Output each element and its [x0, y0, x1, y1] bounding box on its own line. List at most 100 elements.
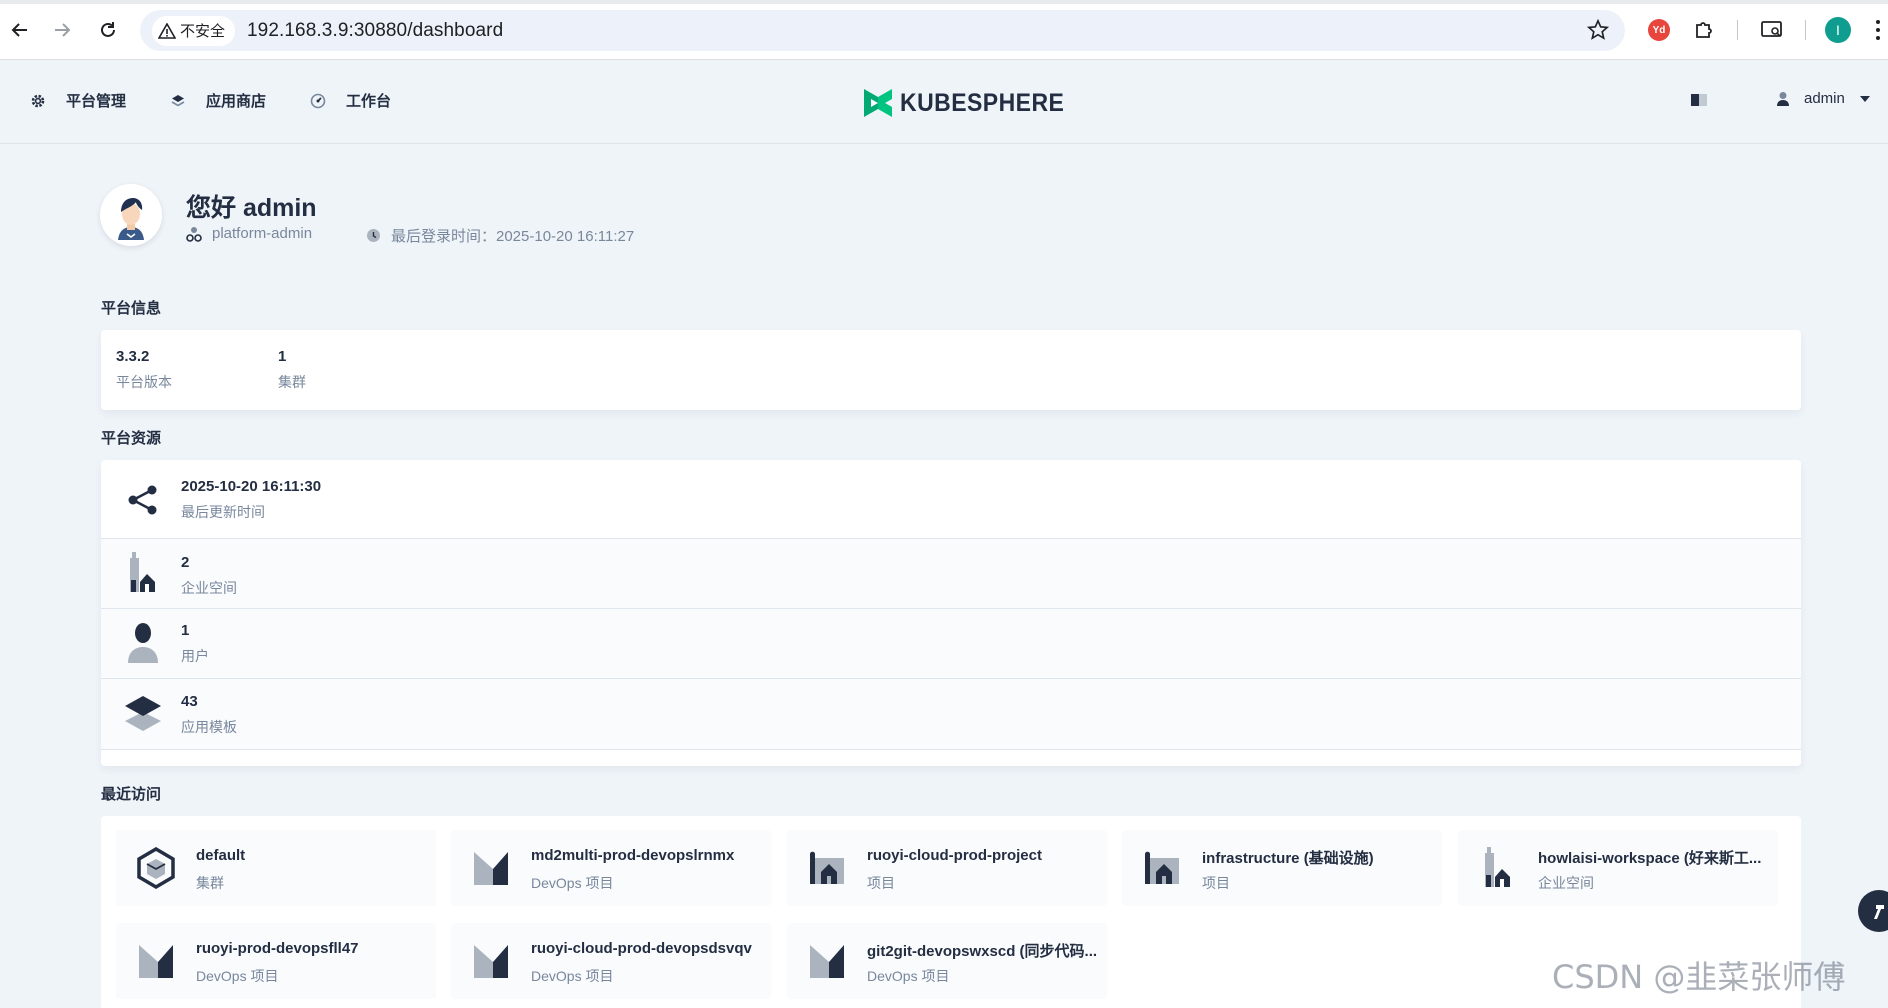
nav-label: 应用商店	[206, 93, 267, 110]
greeting-title: 您好 admin	[186, 194, 317, 222]
screen-search-icon	[1761, 21, 1782, 37]
url-text[interactable]: 192.168.3.9:30880/dashboard	[247, 20, 503, 42]
reload-icon	[101, 22, 115, 37]
platform-info-card: 3.3.2 平台版本 1 集群	[101, 330, 1801, 410]
nav-workbench[interactable]: 工作台	[310, 90, 391, 111]
recent-item-cluster-default[interactable]: default 集群	[116, 830, 436, 906]
recent-item-name: ruoyi-cloud-prod-devopsdsvqv	[531, 940, 752, 957]
toolbar-separator	[1737, 20, 1738, 40]
recent-item-project[interactable]: infrastructure (基础设施) 项目	[1122, 830, 1442, 906]
info-version: 3.3.2 平台版本	[116, 348, 172, 392]
toolbox-button[interactable]	[1858, 890, 1888, 932]
profile-avatar[interactable]: I	[1825, 17, 1851, 43]
last-login-text: 最后登录时间：2025-10-20 16:11:27	[391, 228, 635, 245]
extension-yd-button[interactable]: Yd	[1645, 16, 1673, 44]
section-title-platform-info: 平台信息	[101, 300, 162, 317]
recent-item-devops[interactable]: ruoyi-cloud-prod-devopsdsvqv DevOps 项目	[451, 923, 771, 999]
resource-value: 2025-10-20 16:11:30	[181, 478, 322, 495]
recent-item-type: DevOps 项目	[867, 968, 950, 984]
book-icon	[1691, 94, 1707, 106]
resource-text: 2025-10-20 16:11:30 最后更新时间	[181, 478, 321, 522]
resource-label: 企业空间	[181, 580, 237, 596]
resource-text: 2 企业空间	[181, 554, 237, 598]
info-label: 集群	[278, 374, 306, 390]
nav-label: 工作台	[346, 93, 392, 110]
user-menu[interactable]: admin	[1776, 90, 1871, 107]
top-navigation: 平台管理 应用商店 工作台	[30, 90, 435, 111]
address-bar[interactable]: 不安全 192.168.3.9:30880/dashboard	[140, 10, 1625, 51]
devops-icon	[805, 939, 849, 983]
role-text: platform-admin	[212, 225, 313, 242]
gear-icon	[31, 94, 45, 107]
recent-item-type: 企业空间	[1538, 875, 1594, 891]
resource-text: 43 应用模板	[181, 693, 237, 737]
reload-button[interactable]	[92, 14, 124, 46]
resource-row-users[interactable]: 1 用户	[101, 609, 1801, 679]
recent-item-type: 项目	[867, 875, 895, 891]
back-button[interactable]	[4, 14, 36, 46]
more-vert-icon[interactable]	[1874, 18, 1882, 42]
resource-row-last-update: 2025-10-20 16:11:30 最后更新时间	[101, 460, 1801, 539]
recent-item-name: git2git-devopswxscd (同步代码...	[867, 943, 1098, 960]
recent-item-devops[interactable]: md2multi-prod-devopslrnmx DevOps 项目	[451, 830, 771, 906]
extensions-button[interactable]	[1690, 16, 1718, 44]
user-icon	[1777, 91, 1789, 106]
resource-text: 1 用户	[181, 622, 209, 666]
recent-item-name: infrastructure (基础设施)	[1202, 850, 1374, 867]
workspace-icon	[1476, 846, 1520, 890]
bookmark-star-icon[interactable]	[1587, 19, 1609, 41]
resource-label: 最后更新时间	[181, 504, 265, 520]
resource-label: 用户	[181, 648, 209, 664]
site-security-chip[interactable]: 不安全	[152, 15, 236, 46]
recent-item-name: md2multi-prod-devopslrnmx	[531, 847, 735, 864]
devops-icon	[469, 939, 513, 983]
resource-row-workspaces[interactable]: 2 企业空间	[101, 539, 1801, 609]
info-clusters: 1 集群	[278, 348, 306, 392]
dashboard-icon	[310, 93, 326, 108]
nav-app-store[interactable]: 应用商店	[170, 90, 266, 111]
resource-row-app-templates[interactable]: 43 应用模板	[101, 679, 1801, 750]
recent-item-devops[interactable]: ruoyi-prod-devopsfll47 DevOps 项目	[116, 923, 436, 999]
cluster-icon	[134, 846, 178, 890]
tab-strip-edge	[0, 0, 1888, 4]
recent-item-name: ruoyi-cloud-prod-project	[867, 847, 1042, 864]
resource-value: 43	[181, 693, 198, 710]
username: admin	[1804, 90, 1845, 107]
recent-item-name: ruoyi-prod-devopsfll47	[196, 940, 359, 957]
platform-resources-card: 2025-10-20 16:11:30 最后更新时间 2 企业空间 1 用户 4…	[101, 460, 1801, 766]
avatar	[100, 184, 162, 246]
recent-item-name: howlaisi-workspace (好来斯工...	[1538, 850, 1762, 867]
section-title-recent: 最近访问	[101, 786, 162, 803]
section-title-platform-resources: 平台资源	[101, 430, 162, 447]
tab-search-button[interactable]	[1758, 16, 1786, 44]
user-avatar-icon	[100, 184, 162, 246]
security-label: 不安全	[180, 23, 226, 40]
devops-icon	[469, 846, 513, 890]
info-value: 3.3.2	[116, 348, 150, 365]
clock-icon	[367, 229, 380, 242]
arrow-right-icon	[55, 23, 71, 37]
caret-down-icon	[1859, 95, 1870, 102]
forward-button[interactable]	[46, 14, 78, 46]
recent-item-name: default	[196, 847, 246, 864]
last-login: 最后登录时间：2025-10-20 16:11:27	[366, 225, 634, 246]
recent-item-type: DevOps 项目	[531, 875, 614, 891]
kubesphere-logo[interactable]: KUBESPHERE	[862, 85, 1079, 121]
user-icon	[121, 621, 165, 665]
workspace-icon	[121, 551, 165, 595]
recent-item-type: 项目	[1202, 875, 1230, 891]
nav-label: 平台管理	[66, 93, 127, 110]
project-icon	[1140, 846, 1184, 890]
user-role: platform-admin	[186, 225, 312, 242]
recent-item-devops[interactable]: git2git-devopswxscd (同步代码... DevOps 项目	[787, 923, 1107, 999]
warning-icon	[158, 22, 176, 39]
nav-platform-management[interactable]: 平台管理	[30, 90, 126, 111]
watermark: CSDN @韭菜张师傅	[1552, 958, 1846, 996]
resource-value: 2	[181, 554, 190, 571]
kubesphere-logo-icon	[864, 89, 892, 117]
recent-item-project[interactable]: ruoyi-cloud-prod-project 项目	[787, 830, 1107, 906]
documents-button[interactable]	[1690, 93, 1708, 112]
toolbar-separator	[1805, 20, 1806, 40]
recent-item-workspace[interactable]: howlaisi-workspace (好来斯工... 企业空间	[1458, 830, 1778, 906]
yd-extension-icon: Yd	[1648, 19, 1670, 41]
